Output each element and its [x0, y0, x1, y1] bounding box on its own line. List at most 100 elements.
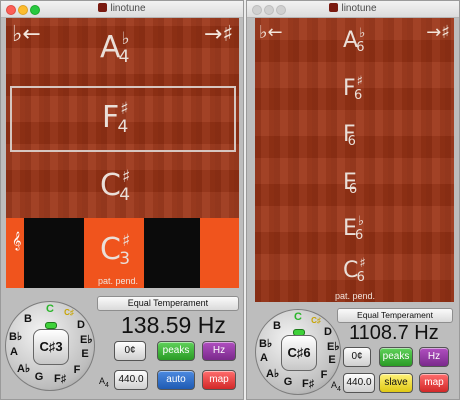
dial-note-f[interactable]: F — [318, 369, 330, 381]
dial-note-b-flat[interactable]: B♭ — [9, 330, 22, 343]
tuner-window-2: linotune ♭← →♯ A♭6 F♯6 F6 E6 E♭6 C♯6 pat… — [246, 0, 460, 400]
auto-button[interactable]: auto — [157, 370, 195, 390]
temperament-selector[interactable]: Equal Temperament — [337, 308, 453, 323]
note-accidental: ♯ — [120, 99, 129, 119]
dial-note-e-flat[interactable]: E♭ — [80, 333, 93, 346]
slave-button[interactable]: slave — [379, 373, 413, 393]
note-row[interactable]: C♯4 — [100, 167, 131, 205]
note-row-selected[interactable]: F♯4 — [102, 99, 129, 137]
note-row[interactable]: F♯6 — [343, 74, 363, 103]
sharp-arrow-label: →♯ — [426, 22, 450, 43]
app-icon — [98, 3, 108, 12]
a4-label: A4 — [99, 376, 109, 389]
note-dial[interactable]: C C♯ D E♭ E F F♯ G A♭ A B♭ B C♯6 — [255, 309, 341, 395]
dial-note-f-sharp[interactable]: F♯ — [302, 378, 314, 390]
note-row[interactable]: E♭6 — [343, 214, 365, 243]
sharp-arrow-label: →♯ — [203, 22, 233, 47]
window-title: linotune — [247, 3, 459, 14]
peaks-button[interactable]: peaks — [157, 341, 195, 361]
a4-frequency-button[interactable]: 440.0 — [114, 370, 148, 390]
title-bar[interactable]: linotune — [247, 1, 459, 18]
patent-pending-label: pat. pend. — [335, 291, 376, 301]
dial-note-d[interactable]: D — [75, 319, 87, 331]
meter-dark-block — [144, 218, 200, 288]
map-button[interactable]: map — [419, 373, 449, 393]
note-letter: F — [102, 100, 120, 135]
dial-note-d[interactable]: D — [322, 326, 334, 338]
note-display[interactable]: ♭← →♯ A♭6 F♯6 F6 E6 E♭6 C♯6 pat. pend. — [255, 18, 454, 302]
dial-center-button[interactable]: C♯3 — [33, 329, 69, 365]
dial-note-g[interactable]: G — [33, 371, 45, 383]
note-row[interactable]: E6 — [343, 170, 358, 197]
current-note: C♯6 — [343, 256, 366, 285]
dial-note-a[interactable]: A — [258, 352, 270, 364]
peaks-button[interactable]: peaks — [379, 347, 413, 367]
frequency-readout: 1108.7 Hz — [349, 322, 439, 344]
note-accidental: ♯ — [121, 167, 131, 187]
note-letter: C — [100, 168, 121, 203]
control-panel: C C♯ D E♭ E F F♯ G A♭ A B♭ B C♯3 Equal T… — [1, 291, 243, 399]
dial-note-e[interactable]: E — [326, 354, 338, 366]
note-octave: 6 — [356, 40, 365, 55]
dial-indicator-led — [45, 322, 57, 329]
note-accidental: ♭ — [121, 29, 130, 49]
control-panel: C C♯ D E♭ E F F♯ G A♭ A B♭ B C♯6 Equal T… — [247, 305, 459, 399]
dial-note-b-flat[interactable]: B♭ — [259, 337, 272, 350]
dial-note-f-sharp[interactable]: F♯ — [54, 373, 66, 385]
dial-note-b[interactable]: B — [271, 320, 283, 332]
note-octave: 6 — [353, 88, 363, 103]
note-accidental: ♭ — [359, 26, 366, 41]
dial-note-b[interactable]: B — [22, 313, 34, 325]
note-accidental: ♭ — [357, 214, 365, 229]
flat-arrow-label: ♭← — [259, 22, 283, 43]
note-octave: 6 — [356, 270, 365, 285]
dial-note-c[interactable]: C — [44, 303, 56, 315]
note-display[interactable]: ♭← →♯ A♭4 F♯4 C♯4 𝄞 C♯3 pat. pend. — [6, 18, 239, 288]
note-octave: 6 — [347, 134, 356, 149]
current-note: C♯3 — [100, 231, 131, 269]
dial-note-e[interactable]: E — [79, 348, 91, 360]
app-icon — [329, 3, 339, 12]
note-letter: C — [100, 232, 121, 267]
title-bar[interactable]: linotune — [1, 1, 243, 18]
hz-button[interactable]: Hz — [419, 347, 449, 367]
note-octave: 3 — [119, 249, 131, 269]
dial-note-a-flat[interactable]: A♭ — [17, 362, 30, 375]
flat-arrow-label: ♭← — [12, 22, 41, 47]
dial-note-a-flat[interactable]: A♭ — [266, 367, 279, 380]
dial-note-a[interactable]: A — [8, 346, 20, 358]
dial-note-c[interactable]: C — [292, 311, 304, 323]
note-octave: 6 — [348, 182, 358, 197]
temperament-selector[interactable]: Equal Temperament — [97, 296, 239, 311]
dial-note-g[interactable]: G — [282, 376, 294, 388]
note-accidental: ♯ — [356, 74, 363, 89]
a4-frequency-button[interactable]: 440.0 — [343, 373, 375, 393]
treble-clef-icon: 𝄞 — [12, 233, 22, 250]
frequency-readout: 138.59 Hz — [121, 312, 226, 338]
note-octave: 4 — [119, 185, 131, 205]
a4-label: A4 — [331, 380, 341, 393]
note-row[interactable]: F6 — [343, 122, 356, 149]
meter-dark-block — [24, 218, 84, 288]
note-row[interactable]: A♭6 — [343, 26, 366, 55]
note-octave: 6 — [355, 228, 364, 243]
note-dial[interactable]: C C♯ D E♭ E F F♯ G A♭ A B♭ B C♯3 — [5, 301, 95, 391]
note-octave: 4 — [118, 47, 130, 67]
cents-button[interactable]: 0¢ — [343, 347, 371, 367]
dial-note-f[interactable]: F — [71, 364, 83, 376]
patent-pending-label: pat. pend. — [98, 276, 139, 286]
map-button[interactable]: map — [202, 370, 236, 390]
hz-button[interactable]: Hz — [202, 341, 236, 361]
cents-button[interactable]: 0¢ — [114, 341, 146, 361]
dial-note-e-flat[interactable]: E♭ — [327, 340, 340, 353]
dial-note-c-sharp[interactable]: C♯ — [63, 308, 75, 317]
tuner-window-1: linotune ♭← →♯ A♭4 F♯4 C♯4 𝄞 C♯3 pat. pe… — [0, 0, 244, 400]
window-title: linotune — [1, 3, 243, 14]
note-letter: A — [100, 30, 121, 65]
note-accidental: ♯ — [359, 256, 366, 271]
note-row[interactable]: A♭4 — [100, 29, 130, 67]
note-accidental: ♯ — [121, 231, 131, 251]
dial-note-c-sharp[interactable]: C♯ — [310, 316, 322, 325]
dial-center-button[interactable]: C♯6 — [281, 335, 317, 371]
note-octave: 4 — [117, 117, 129, 137]
